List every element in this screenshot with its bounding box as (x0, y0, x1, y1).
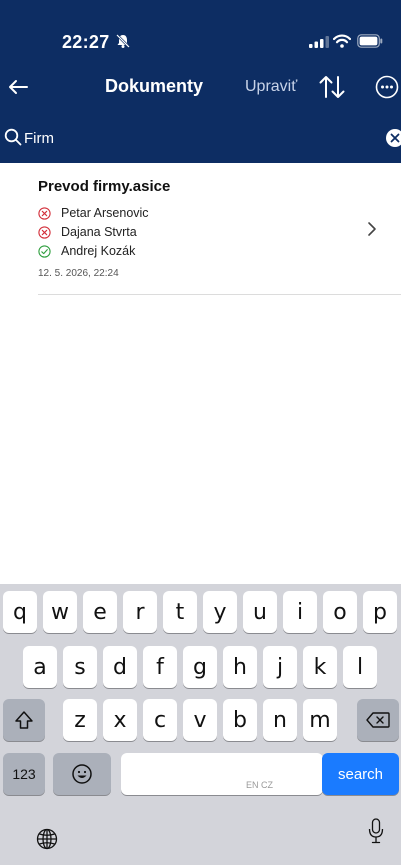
shift-icon (15, 711, 33, 729)
backspace-icon (366, 712, 390, 728)
key-u[interactable]: u (243, 591, 277, 633)
key-r[interactable]: r (123, 591, 157, 633)
keyboard-language-label: EN CZ (246, 780, 273, 790)
search-input[interactable] (24, 126, 354, 150)
signer-name: Petar Arsenovic (61, 206, 149, 220)
signal-icon (309, 36, 329, 48)
status-bar: 22:27 (0, 0, 401, 64)
key-y[interactable]: y (203, 591, 237, 633)
key-k[interactable]: k (303, 646, 337, 688)
key-p[interactable]: p (363, 591, 397, 633)
microphone-icon[interactable] (368, 818, 384, 844)
key-e[interactable]: e (83, 591, 117, 633)
globe-icon[interactable] (36, 828, 58, 850)
rejected-status-icon (38, 226, 51, 239)
space-key[interactable]: EN CZ (121, 753, 323, 795)
emoji-key[interactable] (53, 753, 111, 795)
back-arrow-icon[interactable] (5, 74, 31, 100)
numbers-key[interactable]: 123 (3, 753, 45, 795)
key-s[interactable]: s (63, 646, 97, 688)
key-j[interactable]: j (263, 646, 297, 688)
header: 22:27 Dokumenty Upraviť (0, 0, 401, 163)
list-divider (38, 294, 401, 295)
key-n[interactable]: n (263, 699, 297, 741)
chevron-right-icon (368, 222, 376, 236)
key-m[interactable]: m (303, 699, 337, 741)
key-w[interactable]: w (43, 591, 77, 633)
shift-key[interactable] (3, 699, 45, 741)
battery-icon (357, 34, 383, 48)
signed-check-icon (38, 245, 51, 258)
signer-name: Dajana Stvrta (61, 225, 137, 239)
search-icon (4, 128, 22, 146)
key-h[interactable]: h (223, 646, 257, 688)
key-i[interactable]: i (283, 591, 317, 633)
edit-button[interactable]: Upraviť (245, 78, 297, 96)
emoji-icon (72, 764, 92, 784)
key-d[interactable]: d (103, 646, 137, 688)
wifi-icon (333, 34, 351, 48)
signer-name: Andrej Kozák (61, 244, 136, 258)
search-key[interactable]: search (322, 753, 399, 795)
document-list-item[interactable]: Prevod firmy.asice Petar Arsenovic Dajan… (38, 175, 401, 295)
key-l[interactable]: l (343, 646, 377, 688)
key-v[interactable]: v (183, 699, 217, 741)
key-a[interactable]: a (23, 646, 57, 688)
page-title: Dokumenty (105, 76, 204, 96)
status-time: 22:27 (62, 32, 110, 52)
document-title: Prevod firmy.asice (38, 178, 171, 195)
rejected-status-icon (38, 207, 51, 220)
clear-search-icon[interactable] (385, 128, 401, 148)
nav-bar: Dokumenty Upraviť (0, 66, 401, 112)
key-q[interactable]: q (3, 591, 37, 633)
key-x[interactable]: x (103, 699, 137, 741)
key-f[interactable]: f (143, 646, 177, 688)
key-t[interactable]: t (163, 591, 197, 633)
document-date: 12. 5. 2026, 22:24 (38, 268, 119, 279)
key-o[interactable]: o (323, 591, 357, 633)
key-b[interactable]: b (223, 699, 257, 741)
backspace-key[interactable] (357, 699, 399, 741)
sort-icon[interactable] (317, 72, 347, 102)
more-options-icon[interactable] (374, 74, 400, 100)
key-g[interactable]: g (183, 646, 217, 688)
bell-muted-icon (116, 34, 130, 48)
key-c[interactable]: c (143, 699, 177, 741)
search-bar (0, 118, 401, 160)
key-z[interactable]: z (63, 699, 97, 741)
